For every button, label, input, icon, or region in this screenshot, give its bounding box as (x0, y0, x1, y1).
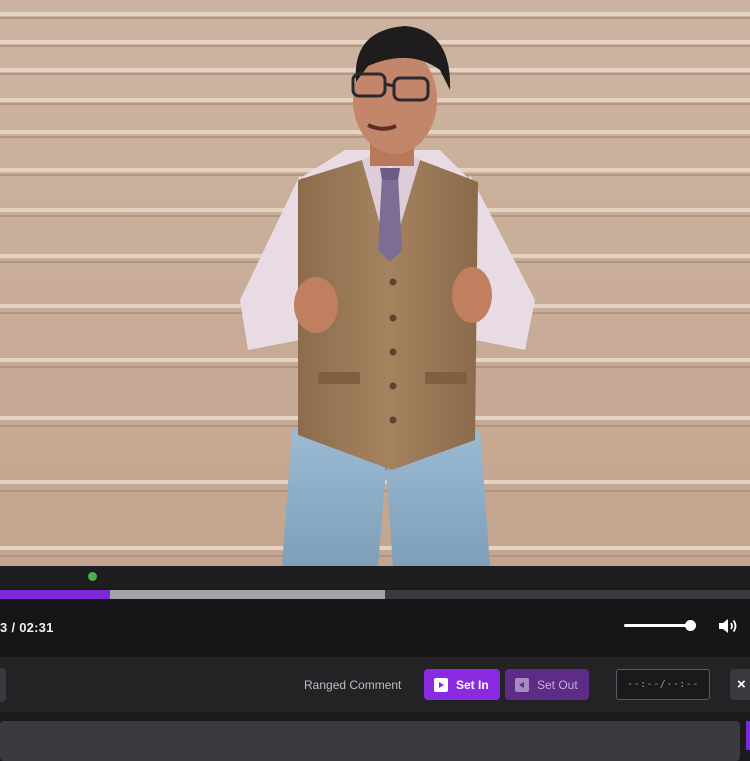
volume-slider-handle[interactable] (684, 620, 696, 631)
range-timecode-value: --:--/--:-- (627, 679, 699, 690)
video-frame[interactable] (0, 0, 750, 566)
time-total: 02:31 (19, 620, 54, 635)
timecode: 3/02:31 (0, 620, 54, 635)
comment-marker-strip (0, 566, 750, 588)
progress-played (0, 590, 111, 599)
time-separator: / (11, 620, 16, 635)
set-in-icon (434, 677, 448, 692)
ranged-comment-label: Ranged Comment (304, 678, 402, 692)
toolbar-left-button[interactable] (0, 668, 6, 702)
video-still-image (0, 0, 750, 566)
player-controls (0, 599, 750, 657)
set-in-button[interactable]: Set In (424, 669, 500, 700)
close-button[interactable]: × (730, 669, 750, 700)
set-in-label: Set In (456, 677, 489, 692)
time-current: 3 (0, 620, 8, 635)
progress-bar[interactable] (0, 590, 750, 599)
set-out-label: Set Out (537, 677, 578, 692)
comment-input[interactable] (0, 721, 740, 761)
comment-marker-icon[interactable] (88, 572, 97, 581)
comment-submit-edge[interactable] (746, 721, 750, 750)
range-timecode-field[interactable]: --:--/--:-- (616, 669, 710, 700)
set-out-icon (515, 677, 529, 692)
set-out-button[interactable]: Set Out (505, 669, 589, 700)
speaker-icon[interactable] (717, 616, 739, 636)
close-icon: × (737, 676, 746, 693)
